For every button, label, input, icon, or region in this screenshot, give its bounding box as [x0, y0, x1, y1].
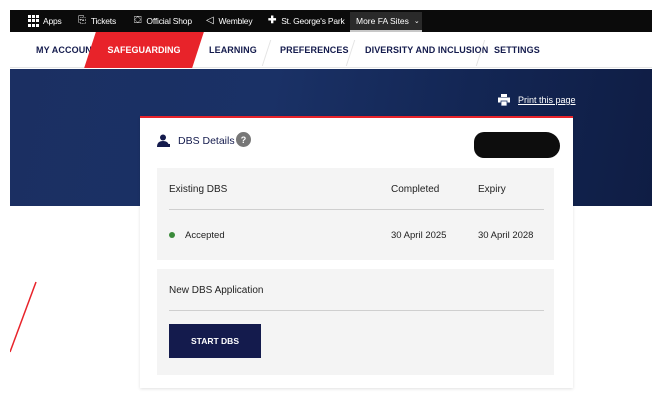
expiry-date: 30 April 2028 [478, 229, 534, 241]
dbs-details-card: DBS Details ? Existing DBS Completed Exp… [140, 116, 573, 388]
ticket-icon: ⎘ [78, 15, 86, 26]
wembley-label: Wembley [218, 16, 253, 26]
official-shop-link[interactable]: ⛋ Official Shop [134, 14, 192, 28]
new-dbs-application-panel: New DBS Application START DBS [157, 269, 554, 375]
divider [169, 310, 544, 311]
tab-settings[interactable]: SETTINGS [494, 32, 540, 68]
tab-safeguarding[interactable]: SAFEGUARDING [84, 32, 204, 68]
tab-learning[interactable]: LEARNING [209, 32, 257, 68]
completed-date: 30 April 2025 [391, 229, 447, 241]
card-title: DBS Details [178, 135, 235, 147]
chevron-down-icon: ⌄ [413, 18, 420, 25]
account-tab-bar: MY ACCOUNT SAFEGUARDING LEARNING PREFERE… [10, 32, 652, 68]
status-label: Accepted [185, 229, 225, 241]
redacted-area [474, 132, 560, 158]
tickets-label: Tickets [90, 16, 117, 26]
cross-icon: ✚ [268, 15, 277, 26]
completed-column-header: Completed [391, 183, 440, 195]
tab-preferences[interactable]: PREFERENCES [280, 32, 349, 68]
dbs-status: Accepted [169, 220, 225, 250]
tab-safeguarding-label: SAFEGUARDING [107, 45, 181, 55]
tab-divider [261, 40, 272, 66]
print-page-link[interactable]: Print this page [498, 94, 576, 106]
official-shop-label: Official Shop [146, 16, 192, 26]
decorative-red-line [10, 281, 37, 353]
apps-link[interactable]: Apps [28, 14, 62, 28]
divider [169, 209, 544, 210]
apps-grid-icon [28, 15, 40, 27]
wembley-link[interactable]: ◁ Wembley [206, 14, 253, 28]
st-georges-link[interactable]: ✚ St. George's Park [268, 14, 345, 28]
wembley-icon: ◁ [206, 15, 214, 26]
existing-dbs-heading: Existing DBS [169, 183, 228, 195]
new-dbs-heading: New DBS Application [169, 284, 264, 296]
existing-dbs-panel: Existing DBS Completed Expiry Accepted 3… [157, 168, 554, 260]
tab-diversity-and-inclusion[interactable]: DIVERSITY AND INCLUSION [365, 32, 488, 68]
start-dbs-button[interactable]: START DBS [169, 324, 261, 358]
user-icon [157, 134, 170, 147]
shop-icon: ⛋ [134, 15, 142, 26]
print-page-label: Print this page [518, 95, 576, 105]
help-icon[interactable]: ? [236, 132, 251, 147]
printer-icon [498, 94, 510, 106]
more-sites-label: More FA Sites [356, 16, 409, 26]
card-header: DBS Details ? [140, 118, 573, 162]
more-sites-dropdown[interactable]: More FA Sites ⌄ [350, 12, 422, 32]
st-georges-label: St. George's Park [281, 16, 345, 26]
status-dot-icon [169, 232, 175, 238]
tickets-link[interactable]: ⎘ Tickets [78, 14, 116, 28]
page: Apps ⎘ Tickets ⛋ Official Shop ◁ Wembley… [10, 10, 652, 403]
top-bar: Apps ⎘ Tickets ⛋ Official Shop ◁ Wembley… [10, 10, 652, 32]
apps-label: Apps [43, 16, 62, 26]
expiry-column-header: Expiry [478, 183, 506, 195]
